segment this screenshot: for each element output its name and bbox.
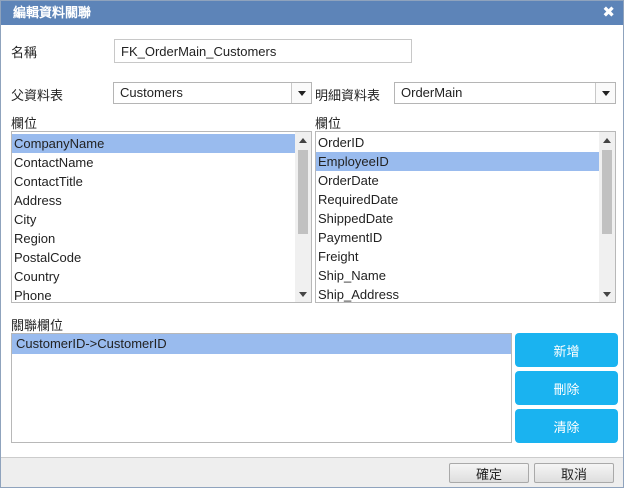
parent-table-label: 父資料表: [11, 88, 64, 103]
list-item[interactable]: ContactName: [12, 153, 295, 172]
list-item[interactable]: Region: [12, 229, 295, 248]
list-item[interactable]: Country: [12, 267, 295, 286]
cancel-button[interactable]: 取消: [534, 463, 614, 483]
dialog-title: 編輯資料關聯: [13, 5, 92, 20]
scroll-up-icon[interactable]: [295, 132, 311, 148]
name-label: 名稱: [11, 45, 38, 60]
list-item[interactable]: OrderDate: [316, 171, 599, 190]
list-item[interactable]: PaymentID: [316, 228, 599, 247]
scroll-thumb[interactable]: [602, 150, 612, 234]
close-icon[interactable]: ✖: [602, 1, 615, 25]
list-item[interactable]: ShippedDate: [316, 209, 599, 228]
scroll-down-icon[interactable]: [295, 286, 311, 302]
relation-fields-list[interactable]: CustomerID->CustomerID: [11, 333, 512, 443]
list-item[interactable]: RequiredDate: [316, 190, 599, 209]
list-item[interactable]: Freight: [316, 247, 599, 266]
list-item[interactable]: CompanyName: [12, 134, 295, 153]
parent-table-select[interactable]: Customers: [113, 82, 312, 104]
detail-table-value: OrderMain: [401, 85, 463, 100]
list-item[interactable]: City: [12, 210, 295, 229]
detail-table-label: 明細資料表: [315, 88, 381, 103]
scroll-thumb[interactable]: [298, 150, 308, 234]
detail-fields-label: 欄位: [315, 116, 342, 131]
vertical-scrollbar[interactable]: [599, 132, 615, 302]
list-item[interactable]: Address: [12, 191, 295, 210]
chevron-down-icon[interactable]: [595, 83, 615, 103]
edit-relation-dialog: 編輯資料關聯 ✖ 名稱 父資料表 Customers 明細資料表 OrderMa…: [0, 0, 624, 488]
dialog-footer: 確定 取消: [1, 457, 623, 487]
detail-table-select[interactable]: OrderMain: [394, 82, 616, 104]
scroll-down-icon[interactable]: [599, 286, 615, 302]
list-item[interactable]: EmployeeID: [316, 152, 599, 171]
list-item[interactable]: OrderID: [316, 133, 599, 152]
list-item[interactable]: Phone: [12, 286, 295, 302]
parent-table-value: Customers: [120, 85, 183, 100]
vertical-scrollbar[interactable]: [295, 132, 311, 302]
list-item[interactable]: CustomerID->CustomerID: [12, 334, 511, 354]
scroll-up-icon[interactable]: [599, 132, 615, 148]
list-item[interactable]: Ship_Address: [316, 285, 599, 302]
dialog-titlebar[interactable]: 編輯資料關聯 ✖: [1, 1, 623, 25]
relation-fields-label: 關聯欄位: [11, 318, 64, 333]
clear-button[interactable]: 清除: [515, 409, 618, 443]
parent-fields-label: 欄位: [11, 116, 38, 131]
list-item[interactable]: PostalCode: [12, 248, 295, 267]
ok-button[interactable]: 確定: [449, 463, 529, 483]
list-item[interactable]: ContactTitle: [12, 172, 295, 191]
chevron-down-icon[interactable]: [291, 83, 311, 103]
name-input[interactable]: [114, 39, 412, 63]
detail-fields-list[interactable]: OrderID EmployeeID OrderDate RequiredDat…: [315, 131, 616, 303]
list-item[interactable]: Ship_Name: [316, 266, 599, 285]
parent-fields-list[interactable]: CompanyName ContactName ContactTitle Add…: [11, 131, 312, 303]
delete-button[interactable]: 刪除: [515, 371, 618, 405]
add-button[interactable]: 新增: [515, 333, 618, 367]
